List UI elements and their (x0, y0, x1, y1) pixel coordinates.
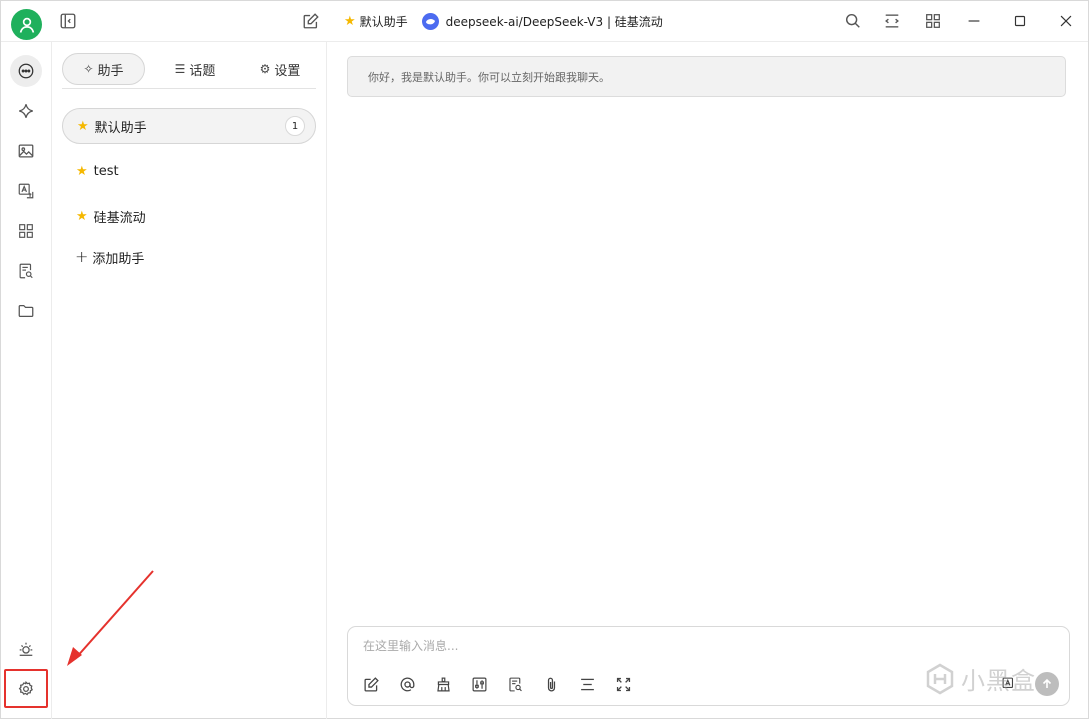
left-rail (1, 42, 52, 719)
star-icon: ★ (76, 163, 88, 179)
image-icon (18, 144, 34, 158)
tab-assistants[interactable]: ✧ 助手 (62, 53, 145, 85)
rail-chat-button[interactable] (10, 55, 42, 87)
add-assistant-label: 添加助手 (92, 251, 145, 267)
list-icon: ☰ (174, 62, 186, 76)
assistant-list: ★ 默认助手 1 ★ test ★ 硅基流动 + 添加助手 (62, 108, 316, 271)
knowledge-base-button[interactable] (507, 674, 543, 694)
add-assistant-button[interactable]: + 添加助手 (62, 243, 316, 271)
attach-file-button[interactable] (543, 674, 579, 694)
annotation-arrow (67, 570, 154, 666)
plus-icon: + (75, 247, 89, 266)
expand-input-button[interactable] (615, 674, 651, 694)
tab-label: 助手 (97, 63, 124, 79)
narrow-mode-button[interactable] (579, 674, 615, 694)
settings-highlight-box (4, 669, 48, 708)
tab-label: 话题 (189, 63, 216, 79)
message-input[interactable] (363, 639, 1043, 653)
assistant-item-default[interactable]: ★ 默认助手 1 (62, 108, 316, 144)
new-topic-icon[interactable] (301, 11, 321, 31)
assistant-name: 默认助手 (94, 120, 147, 136)
at-icon (400, 677, 415, 691)
gear-icon: ⚙ (259, 62, 271, 76)
sparkle-icon (19, 104, 33, 118)
greeting-message: 你好，我是默认助手。你可以立刻开始跟我聊天。 (347, 56, 1066, 97)
rail-agents-button[interactable] (10, 95, 42, 127)
knowledge-icon (509, 677, 522, 691)
minimize-icon[interactable] (964, 11, 984, 31)
send-button[interactable] (1035, 672, 1059, 696)
broom-icon (437, 677, 450, 691)
model-selector[interactable]: deepseek-ai/DeepSeek-V3 | 硅基流动 (446, 13, 663, 30)
rail-apps-button[interactable] (10, 215, 42, 247)
send-icon (1042, 678, 1052, 688)
maximize-icon[interactable] (1010, 11, 1030, 31)
deepseek-logo-icon (421, 12, 439, 30)
rail-knowledge-button[interactable] (10, 255, 42, 287)
star-icon: ★ (344, 13, 356, 29)
tab-settings[interactable]: ⚙ 设置 (244, 53, 316, 85)
narrow-mode-icon[interactable] (882, 11, 902, 31)
sparkle-icon: ✧ (83, 62, 94, 76)
clear-context-button[interactable] (435, 674, 471, 694)
folder-icon (18, 304, 34, 318)
tab-label: 设置 (274, 63, 301, 79)
topic-count-badge: 1 (285, 116, 305, 136)
rail-translate-button[interactable] (10, 175, 42, 207)
current-assistant-name: 默认助手 (359, 14, 408, 29)
star-icon: ★ (77, 118, 89, 134)
chat-area: 你好，我是默认助手。你可以立刻开始跟我聊天。 (327, 42, 1089, 719)
chat-title: ★ 默认助手 deepseek-ai/DeepSeek-V3 | 硅基流动 (344, 12, 663, 30)
watermark-text: 小黑盒 (961, 667, 1036, 695)
chat-icon (18, 63, 34, 79)
narrow-mode-icon (581, 678, 594, 690)
translate-icon (18, 183, 34, 199)
new-topic-button[interactable] (363, 674, 399, 694)
rail-theme-button[interactable] (10, 633, 42, 665)
watermark: 小黑盒 (923, 661, 1036, 696)
toggle-sidebar-icon[interactable] (58, 11, 78, 31)
search-icon[interactable] (843, 11, 863, 31)
user-avatar[interactable] (11, 9, 42, 40)
apps-grid-icon[interactable] (923, 11, 943, 31)
top-bar: ★ 默认助手 deepseek-ai/DeepSeek-V3 | 硅基流动 (1, 1, 1088, 42)
knowledge-icon (19, 263, 33, 279)
mention-model-button[interactable] (399, 674, 435, 694)
theme-sun-icon (19, 642, 33, 656)
assistant-item-test[interactable]: ★ test (62, 153, 316, 189)
rail-files-button[interactable] (10, 295, 42, 327)
model-settings-button[interactable] (471, 674, 507, 694)
assistant-name: test (93, 163, 119, 179)
heybox-logo-icon (926, 663, 954, 694)
star-icon: ★ (76, 208, 88, 224)
panel-tabs: ✧ 助手 ☰ 话题 ⚙ 设置 (62, 52, 316, 89)
assistant-item-siliconflow[interactable]: ★ 硅基流动 (62, 198, 316, 234)
rail-image-button[interactable] (10, 135, 42, 167)
paperclip-icon (547, 677, 556, 691)
composer-toolbar (363, 674, 651, 694)
user-icon (19, 17, 34, 33)
close-icon[interactable] (1056, 11, 1076, 31)
expand-icon (616, 677, 631, 691)
sliders-icon (472, 677, 487, 691)
apps-icon (19, 224, 33, 238)
assistant-name: 硅基流动 (93, 210, 146, 226)
edit-icon (364, 676, 379, 692)
app-window: ★ 默认助手 deepseek-ai/DeepSeek-V3 | 硅基流动 ✧ … (0, 0, 1089, 719)
tab-topics[interactable]: ☰ 话题 (158, 53, 232, 85)
